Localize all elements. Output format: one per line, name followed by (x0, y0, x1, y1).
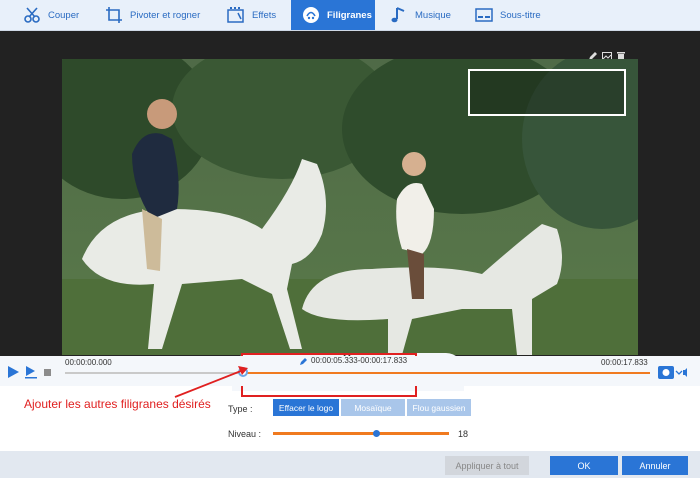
level-label: Niveau : (228, 429, 262, 439)
music-note-icon (389, 5, 409, 25)
tab-label: Filigranes (327, 9, 372, 21)
effects-icon (226, 5, 246, 25)
tab-musique[interactable]: Musique (389, 0, 451, 30)
crop-rotate-icon (104, 5, 124, 25)
tab-couper[interactable]: Couper (22, 0, 79, 30)
scissors-icon (22, 5, 42, 25)
tab-label: Couper (48, 9, 80, 21)
stop-button[interactable] (44, 369, 51, 376)
type-option-flou-gaussien[interactable]: Flou gaussien (407, 399, 471, 416)
level-value: 18 (458, 429, 469, 439)
ok-button[interactable]: OK (550, 456, 618, 475)
end-time: 00:00:17.833 (601, 358, 648, 367)
tab-sous-titre[interactable]: Sous-titre (474, 0, 541, 30)
tab-effets[interactable]: Effets (226, 0, 276, 30)
editor-toolbar: Couper Pivoter et rogner Effets Filigran… (0, 0, 700, 31)
play-selection-icon (25, 366, 37, 379)
segment-range-text: 00:00:05.333-00:00:17.833 (311, 356, 408, 365)
timeline-handle[interactable] (238, 367, 248, 377)
segment-range: 00:00:05.333-00:00:17.833 (300, 356, 407, 365)
timeline-selection[interactable] (243, 372, 650, 374)
cancel-button[interactable]: Annuler (622, 456, 688, 475)
play-button[interactable] (6, 365, 20, 379)
type-option-mosaique[interactable]: Mosaïque (341, 399, 405, 416)
camera-icon (658, 366, 687, 379)
play-icon (8, 366, 19, 378)
type-label: Type : (228, 404, 253, 414)
play-selection-button[interactable] (24, 365, 38, 379)
pencil-icon (300, 357, 307, 365)
start-time: 00:00:00.000 (65, 358, 112, 367)
watermark-icon (301, 5, 321, 25)
level-slider[interactable] (273, 432, 449, 435)
subtitle-icon (474, 5, 494, 25)
video-frame (62, 59, 638, 355)
tab-label: Effets (252, 9, 277, 21)
watermark-selection-box[interactable] (468, 69, 626, 116)
video-preview-area (0, 31, 700, 397)
annotation-text: Ajouter les autres filigranes désirés (24, 397, 211, 411)
type-option-effacer-logo[interactable]: Effacer le logo (273, 399, 339, 416)
tab-pivoter-rogner[interactable]: Pivoter et rogner (104, 0, 200, 30)
tab-label: Sous-titre (500, 9, 541, 21)
level-slider-handle[interactable] (373, 430, 380, 437)
tab-label: Pivoter et rogner (130, 9, 201, 21)
tab-filigranes[interactable]: Filigranes (291, 0, 375, 30)
apply-all-button[interactable]: Appliquer à tout (445, 456, 529, 475)
tab-label: Musique (415, 9, 451, 21)
snapshot-button[interactable] (658, 364, 688, 380)
